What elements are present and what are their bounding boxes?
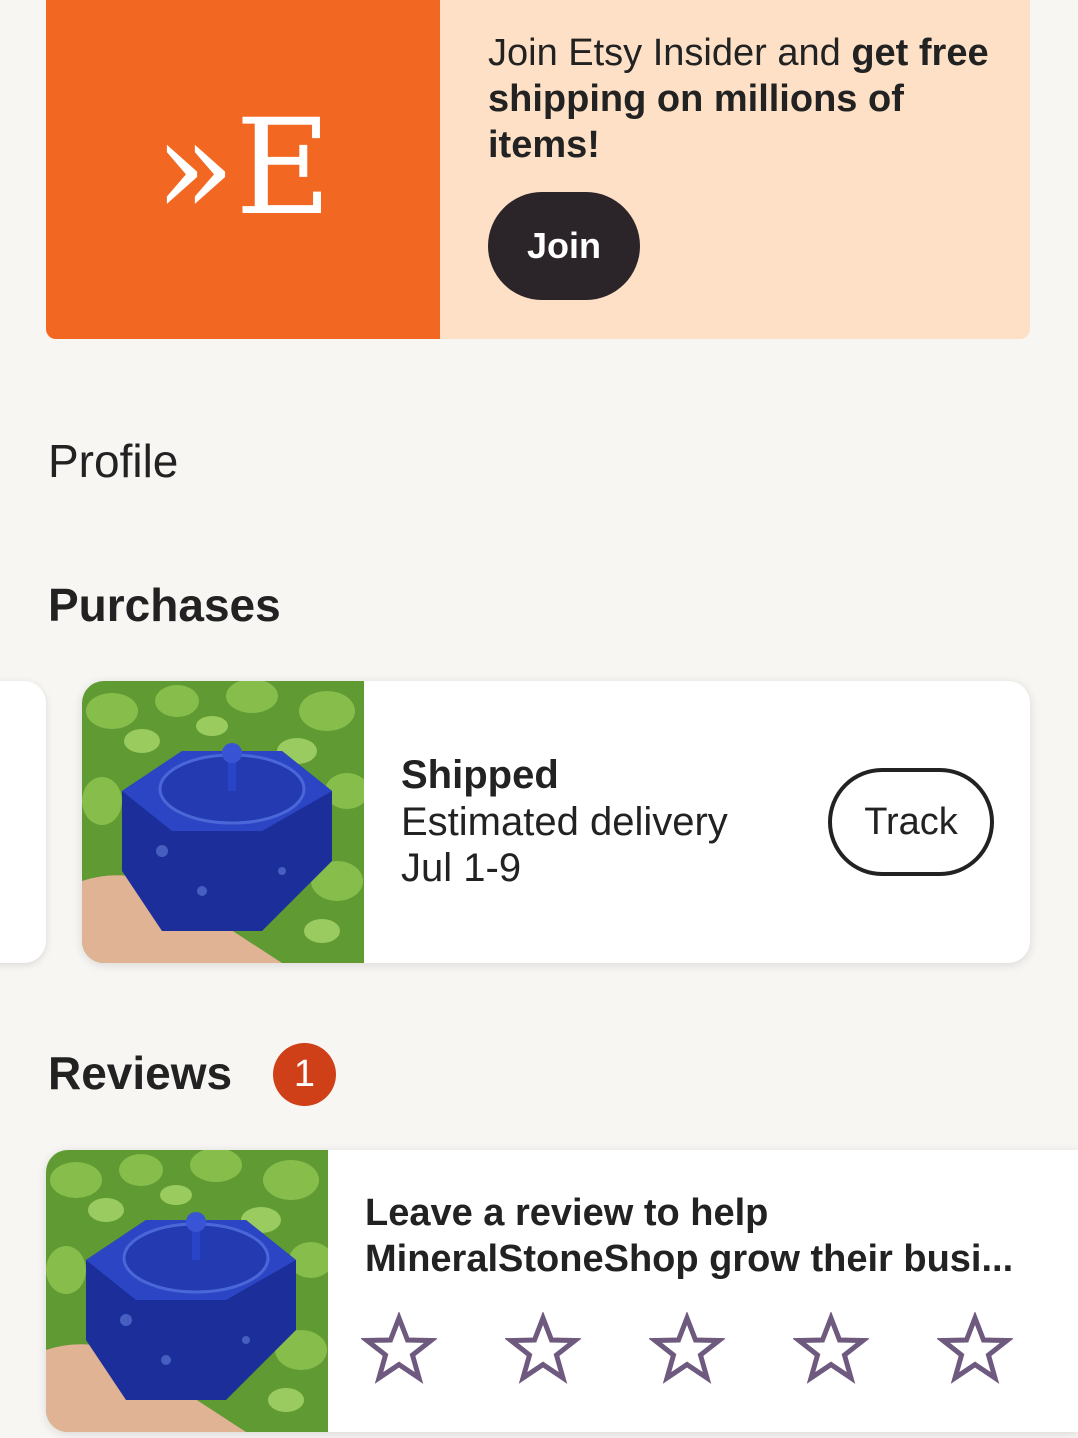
track-button[interactable]: Track bbox=[828, 768, 994, 876]
star-outline-icon[interactable] bbox=[649, 1312, 725, 1388]
purchase-card[interactable]: Shipped Estimated delivery Jul 1-9 Track bbox=[82, 681, 1030, 963]
purchase-product-image bbox=[82, 681, 364, 963]
join-button[interactable]: Join bbox=[488, 192, 640, 300]
reviews-heading: Reviews bbox=[48, 1047, 233, 1099]
purchases-heading: Purchases bbox=[48, 579, 281, 631]
svg-text:»E: »E bbox=[154, 105, 331, 235]
previous-purchase-card[interactable] bbox=[0, 681, 46, 963]
star-outline-icon[interactable] bbox=[937, 1312, 1013, 1388]
profile-link[interactable]: Profile bbox=[48, 434, 178, 488]
insider-promo-text: Join Etsy Insider and get free shipping … bbox=[488, 30, 990, 168]
insider-logo-icon: »E bbox=[154, 105, 331, 235]
review-card[interactable]: Leave a review to help MineralStoneShop … bbox=[46, 1150, 1078, 1432]
star-outline-icon[interactable] bbox=[505, 1312, 581, 1388]
insider-promo-regular: Join Etsy Insider and bbox=[488, 32, 852, 74]
star-outline-icon[interactable] bbox=[361, 1312, 437, 1388]
reviews-count-badge: 1 bbox=[273, 1043, 336, 1106]
insider-logo: »E bbox=[46, 0, 440, 339]
review-product-image bbox=[46, 1150, 328, 1432]
star-outline-icon[interactable] bbox=[793, 1312, 869, 1388]
review-prompt: Leave a review to help MineralStoneShop … bbox=[365, 1192, 1014, 1280]
star-rating[interactable] bbox=[361, 1312, 1078, 1388]
insider-banner[interactable]: »E Join Etsy Insider and get free shippi… bbox=[46, 0, 1030, 339]
